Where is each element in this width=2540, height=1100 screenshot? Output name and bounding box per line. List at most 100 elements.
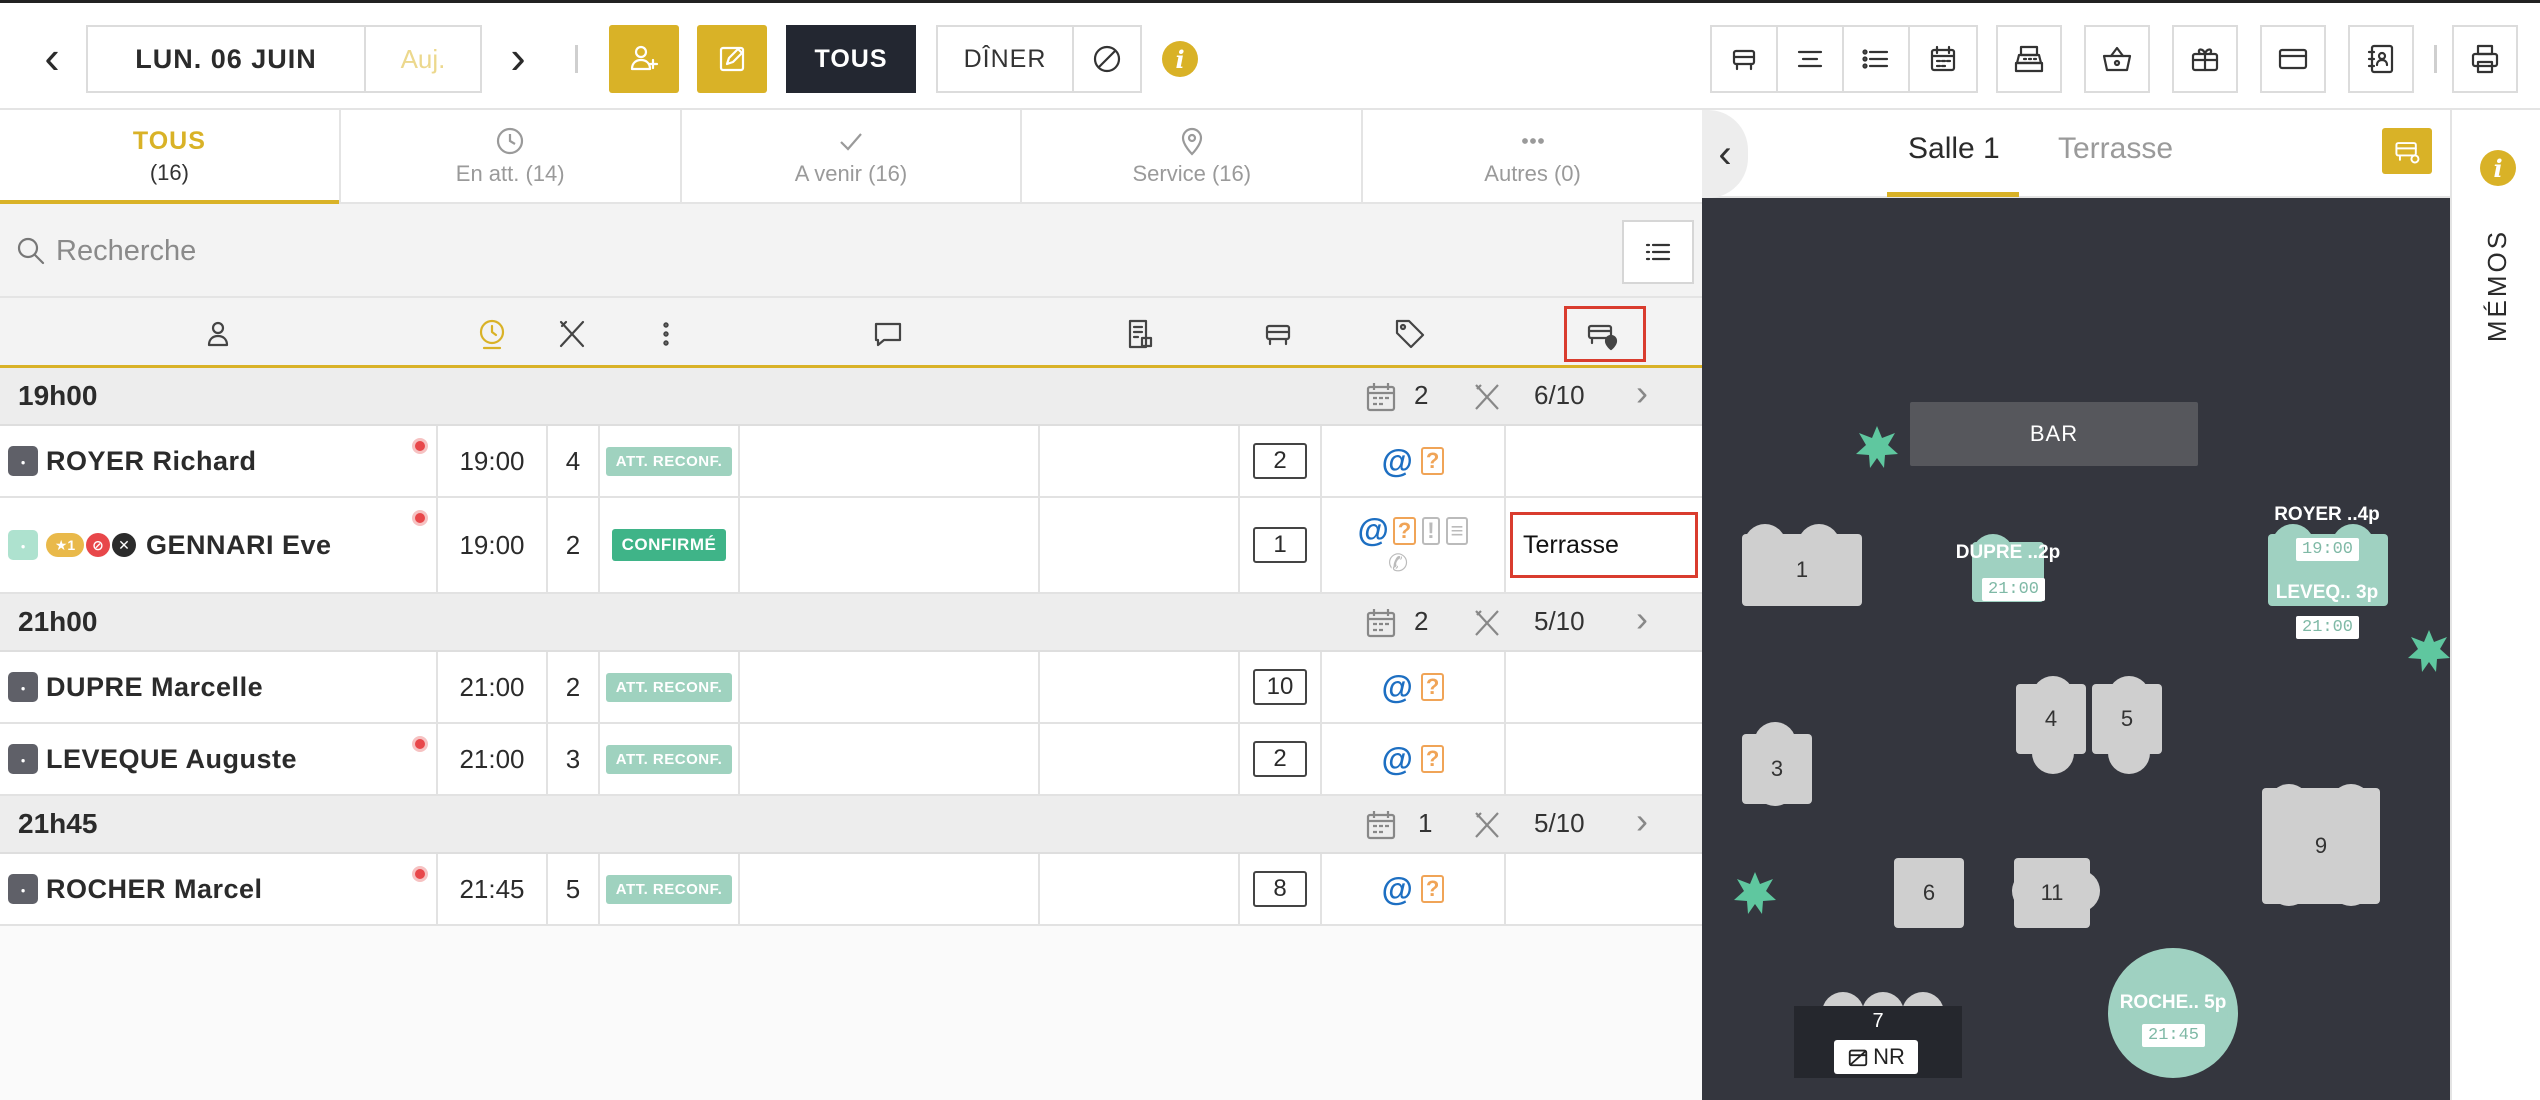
email-icon[interactable]: @ xyxy=(1382,741,1413,778)
tab-waiting[interactable]: En att. (14) xyxy=(341,110,682,202)
email-icon[interactable]: @ xyxy=(1382,871,1413,908)
guest-cell: ㆍ LEVEQUE Auguste xyxy=(0,724,438,794)
table-5[interactable]: 5 xyxy=(2092,684,2162,754)
email-icon[interactable]: @ xyxy=(1382,669,1413,706)
list-options-button[interactable] xyxy=(1622,220,1694,284)
cash-register-button[interactable] xyxy=(1996,25,2062,93)
contacts-button[interactable] xyxy=(2348,25,2414,93)
search-input[interactable] xyxy=(56,224,1606,278)
cutlery-icon xyxy=(1475,384,1499,410)
zone-value[interactable]: Terrasse xyxy=(1510,512,1698,578)
next-day-icon[interactable]: › xyxy=(488,25,548,89)
chevron-right-icon: › xyxy=(1636,372,1648,413)
time-group-header[interactable]: 21h45 1 5/10 › xyxy=(0,796,1702,854)
note-tag-icon[interactable]: ≡ xyxy=(1445,516,1469,545)
info-button[interactable]: i xyxy=(1162,41,1198,77)
sort-zone-button[interactable] xyxy=(1584,316,1620,357)
sort-comment-button[interactable] xyxy=(870,316,906,357)
status-badge[interactable]: ATT. RECONF. xyxy=(605,672,733,702)
date-display[interactable]: LUN. 06 JUIN xyxy=(86,25,366,93)
table-row[interactable]: ㆍ ROCHER Marcel 21:45 5 ATT. RECONF. 8 @… xyxy=(0,854,1702,926)
collapse-plan-button[interactable]: ‹ xyxy=(1702,110,1748,198)
table-number[interactable]: 2 xyxy=(1253,741,1307,777)
sort-status-button[interactable] xyxy=(648,316,684,357)
sort-guest-button[interactable] xyxy=(200,316,236,357)
unknown-tag-icon[interactable]: ? xyxy=(1420,447,1445,475)
filter-all-button[interactable]: TOUS xyxy=(786,25,916,93)
sort-table-button[interactable] xyxy=(1260,316,1296,357)
basket-button[interactable] xyxy=(2084,25,2150,93)
plan-settings-button[interactable] xyxy=(2382,128,2432,174)
table-number[interactable]: 1 xyxy=(1253,527,1307,563)
table-6[interactable]: 6 xyxy=(1894,858,1964,928)
zone-cell[interactable] xyxy=(1506,724,1702,794)
tab-service[interactable]: Service (16) xyxy=(1022,110,1364,202)
table-row[interactable]: ㆍ DUPRE Marcelle 21:00 2 ATT. RECONF. 10… xyxy=(0,652,1702,724)
status-badge[interactable]: ATT. RECONF. xyxy=(605,874,733,904)
email-icon[interactable]: @ xyxy=(1358,512,1389,549)
zone-cell[interactable] xyxy=(1506,426,1702,496)
print-button[interactable] xyxy=(2452,25,2518,93)
table-3[interactable]: 3 xyxy=(1742,734,1812,804)
table-row[interactable]: ㆍ ★ 1 ⊘ ✕ GENNARI Eve 19:00 2 CONFIRMÉ 1 … xyxy=(0,498,1702,594)
gift-button[interactable] xyxy=(2172,25,2238,93)
phone-icon[interactable]: ✆ xyxy=(1322,549,1504,578)
note-cell[interactable] xyxy=(1040,498,1240,592)
warning-tag-icon[interactable]: ! xyxy=(1422,516,1440,545)
sort-tags-button[interactable] xyxy=(1392,316,1428,357)
zone-cell[interactable] xyxy=(1506,854,1702,924)
comment-cell[interactable] xyxy=(740,426,1040,496)
sort-covers-button[interactable] xyxy=(554,316,590,357)
prev-day-icon[interactable]: ‹ xyxy=(22,25,82,89)
memos-sidebar[interactable]: i MÉMOS xyxy=(2450,110,2540,1100)
table-number[interactable]: 8 xyxy=(1253,871,1307,907)
sort-time-button[interactable] xyxy=(474,316,510,357)
tab-room-1[interactable]: Salle 1 xyxy=(1908,132,2000,166)
tab-terrace[interactable]: Terrasse xyxy=(2058,132,2173,166)
table-number[interactable]: 10 xyxy=(1253,669,1307,705)
comment-cell[interactable] xyxy=(740,652,1040,722)
note-cell[interactable] xyxy=(1040,652,1240,722)
tables-view-button[interactable] xyxy=(1712,27,1778,91)
edit-button[interactable] xyxy=(697,25,767,93)
list-view-button[interactable] xyxy=(1844,27,1910,91)
today-button[interactable]: Auj. xyxy=(366,25,482,93)
table-7[interactable]: 7 NR xyxy=(1794,1006,1962,1078)
time-group-header[interactable]: 19h00 2 6/10 › xyxy=(0,368,1702,426)
card-button[interactable] xyxy=(2260,25,2326,93)
status-badge[interactable]: ATT. RECONF. xyxy=(605,446,733,476)
unknown-tag-icon[interactable]: ? xyxy=(1392,516,1417,545)
note-cell[interactable] xyxy=(1040,854,1240,924)
table-row[interactable]: ㆍ ROYER Richard 19:00 4 ATT. RECONF. 2 @… xyxy=(0,426,1702,498)
service-select[interactable]: DÎNER xyxy=(936,25,1074,93)
calendar-view-button[interactable] xyxy=(1910,27,1976,91)
table-4[interactable]: 4 xyxy=(2016,684,2086,754)
table-row[interactable]: ㆍ LEVEQUE Auguste 21:00 3 ATT. RECONF. 2… xyxy=(0,724,1702,796)
status-badge[interactable]: ATT. RECONF. xyxy=(605,744,733,774)
table-9[interactable]: 9 xyxy=(2262,788,2380,904)
tab-all[interactable]: TOUS (16) xyxy=(0,110,341,204)
note-cell[interactable] xyxy=(1040,724,1240,794)
column-header xyxy=(0,298,1702,368)
timeline-view-button[interactable] xyxy=(1778,27,1844,91)
add-user-button[interactable] xyxy=(609,25,679,93)
zone-cell[interactable] xyxy=(1506,652,1702,722)
table-number[interactable]: 2 xyxy=(1253,443,1307,479)
status-badge[interactable]: CONFIRMÉ xyxy=(611,529,727,561)
block-button[interactable] xyxy=(1074,25,1142,93)
tab-others[interactable]: Autres (0) xyxy=(1363,110,1702,202)
sort-notes-button[interactable] xyxy=(1122,316,1158,357)
comment-cell[interactable] xyxy=(740,724,1040,794)
unknown-tag-icon[interactable]: ? xyxy=(1420,745,1445,773)
unknown-tag-icon[interactable]: ? xyxy=(1420,875,1445,903)
table-1[interactable]: 1 xyxy=(1742,534,1862,606)
comment-cell[interactable] xyxy=(740,498,1040,592)
unknown-tag-icon[interactable]: ? xyxy=(1420,673,1445,701)
email-icon[interactable]: @ xyxy=(1382,443,1413,480)
tab-upcoming[interactable]: A venir (16) xyxy=(682,110,1023,202)
time-group-header[interactable]: 21h00 2 5/10 › xyxy=(0,594,1702,652)
note-cell[interactable] xyxy=(1040,426,1240,496)
info-icon[interactable]: i xyxy=(2480,150,2516,186)
comment-cell[interactable] xyxy=(740,854,1040,924)
table-11[interactable]: 11 xyxy=(2014,858,2090,928)
